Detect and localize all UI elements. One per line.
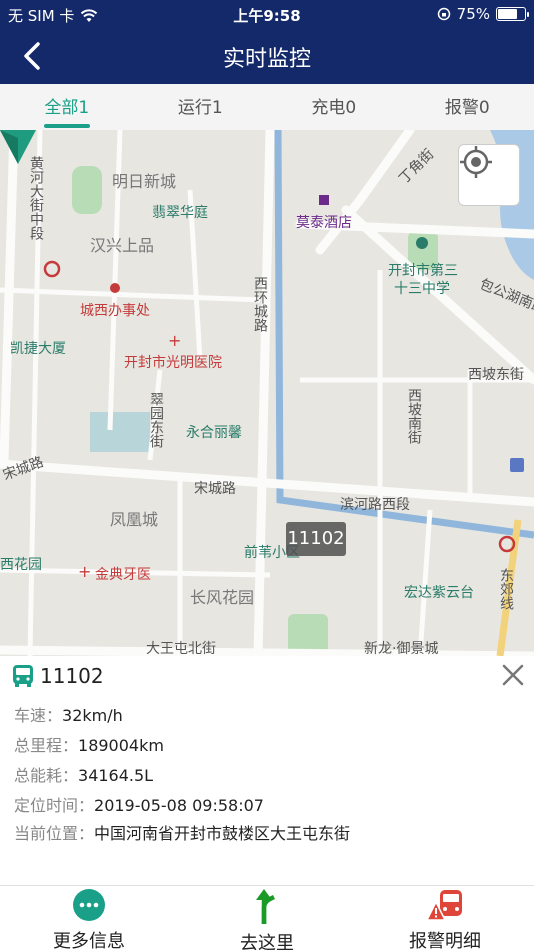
info-key: 定位时间：	[14, 796, 95, 815]
map-label-motai: 莫泰酒店	[296, 215, 352, 231]
page-title: 实时监控	[222, 47, 311, 72]
map-label-song-road: 宋城路	[194, 481, 236, 497]
more-info-label: 更多信息	[53, 931, 125, 950]
map-label-xipo-south: 西坡南街	[406, 388, 422, 444]
navigate-label: 去这里	[240, 933, 294, 950]
filter-tabs: 全部1 运行1 充电0 报警0	[0, 84, 534, 130]
vehicle-header: 11102	[12, 664, 104, 688]
map-label-fenghuang: 凤凰城	[110, 510, 159, 529]
status-right: 75%	[437, 5, 529, 23]
map-label-school-2: 十三中学	[394, 281, 450, 297]
map-label-mingri: 明日新城	[112, 172, 177, 191]
info-row-time: 定位时间：2019-05-08 09:58:07	[14, 792, 264, 816]
alarm-detail-label: 报警明细	[409, 931, 481, 950]
info-row-location: 当前位置：中国河南省开封市鼓楼区大王屯东街	[14, 820, 350, 844]
map-label-hanxing: 汉兴上品	[90, 236, 155, 255]
vehicle-tag[interactable]: 11102	[286, 522, 346, 556]
turn-arrow-icon	[256, 889, 276, 924]
map-label-jindian: 金典牙医	[95, 567, 151, 583]
info-key: 总能耗：	[14, 766, 79, 785]
tab-charging[interactable]: 充电0	[267, 84, 401, 130]
status-bar: 无 SIM 卡 上午9:58 75%	[0, 0, 534, 28]
info-value: 189004km	[78, 736, 164, 755]
locate-icon	[460, 146, 492, 178]
map-label-xihuayuan: 西花园	[0, 557, 42, 573]
info-value: 32km/h	[62, 706, 123, 725]
map-label-cuiyuan: 翠园东街	[148, 392, 164, 448]
map-label-xinlong: 新龙·御景城	[364, 641, 439, 656]
map-label-yonghe: 永合丽馨	[186, 425, 242, 441]
tab-all[interactable]: 全部1	[0, 84, 134, 130]
nav-bar: 实时监控	[0, 28, 534, 84]
info-row-energy: 总能耗：34164.5L	[14, 762, 153, 786]
info-value: 34164.5L	[78, 766, 154, 785]
battery-percent: 75%	[456, 5, 490, 23]
locate-button[interactable]	[458, 144, 520, 206]
info-key: 当前位置：	[14, 824, 95, 843]
orientation-lock-icon	[437, 7, 450, 21]
map-label-dongjiao: 东郊线	[498, 568, 514, 610]
alarm-detail-button[interactable]: 报警明细	[356, 886, 534, 950]
map-label-xihuan: 西环城路	[252, 276, 268, 332]
info-value: 2019-05-08 09:58:07	[94, 796, 264, 815]
map-roads: + +	[0, 130, 534, 656]
map-label-kaijie: 凯捷大厦	[10, 341, 66, 357]
bus-icon	[13, 665, 33, 687]
more-icon	[73, 889, 105, 921]
tab-running[interactable]: 运行1	[134, 84, 268, 130]
info-row-speed: 车速：32km/h	[14, 702, 123, 726]
vehicle-plate: 11102	[40, 664, 104, 688]
bottom-action-bar: 更多信息 去这里 报警明细	[0, 885, 534, 950]
more-info-button[interactable]: 更多信息	[0, 886, 178, 950]
map-label-binhe: 滨河路西段	[340, 497, 410, 513]
map-label-chengxi: 城西办事处	[80, 303, 150, 319]
map-label-huanghe: 黄河大街中段	[28, 156, 44, 240]
close-icon[interactable]	[498, 660, 528, 690]
vehicle-detail-panel: 11102 车速：32km/h 总里程：189004km 总能耗：34164.5…	[0, 656, 534, 886]
vehicle-marker-icon[interactable]	[0, 130, 36, 166]
battery-icon	[496, 7, 529, 21]
info-key: 车速：	[14, 706, 63, 725]
map-label-dawang: 大王屯北街	[146, 641, 216, 656]
map-label-hongda: 宏达紫云台	[404, 585, 474, 601]
map-label-feicui: 翡翠华庭	[152, 205, 208, 221]
info-key: 总里程：	[14, 736, 79, 755]
map-label-xipo-east: 西坡东街	[468, 367, 524, 383]
alarm-bus-icon	[426, 890, 462, 921]
svg-text:+: +	[168, 331, 181, 350]
navigate-button[interactable]: 去这里	[178, 886, 356, 950]
map-label-school-1: 开封市第三	[388, 263, 458, 279]
map-label-guangming: 开封市光明医院	[124, 355, 222, 371]
map-label-changfeng: 长风花园	[190, 588, 255, 607]
info-value: 中国河南省开封市鼓楼区大王屯东街	[94, 824, 351, 843]
tab-alarm[interactable]: 报警0	[401, 84, 534, 130]
map-view[interactable]: + + 黄河大街中段 明日新城 丁角街 翡翠华庭 莫泰酒店 汉兴上品 开封市第三…	[0, 130, 534, 656]
info-row-mileage: 总里程：189004km	[14, 732, 164, 756]
svg-text:+: +	[78, 562, 91, 581]
